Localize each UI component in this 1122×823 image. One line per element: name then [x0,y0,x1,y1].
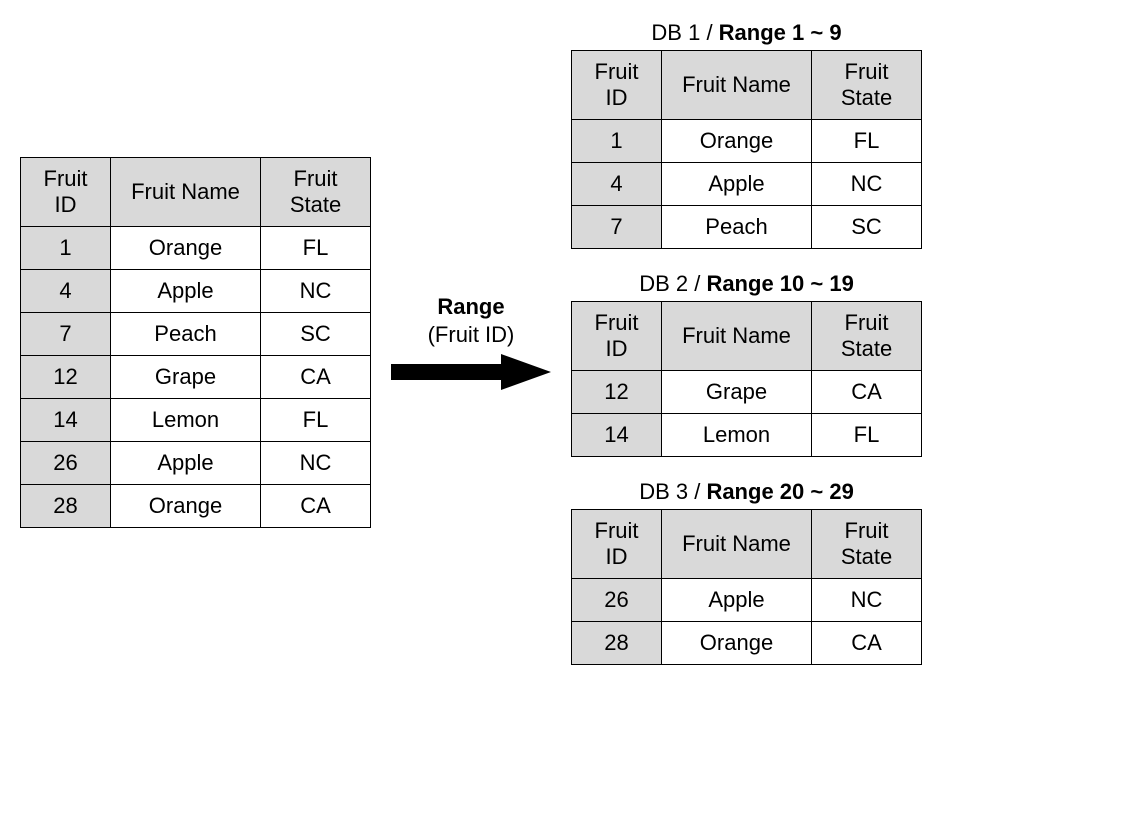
table-row: 12GrapeCA [572,371,922,414]
cell-state: NC [261,270,371,313]
table-row: 7PeachSC [21,313,371,356]
partition-caption-range: Range 20 ~ 29 [706,479,853,504]
arrow-container: Range (Fruit ID) [391,293,551,392]
cell-id: 14 [21,399,111,442]
cell-name: Lemon [111,399,261,442]
arrow-right-icon [391,352,551,392]
col-header-name: Fruit Name [662,510,812,579]
table-row: 1OrangeFL [572,120,922,163]
cell-id: 28 [21,485,111,528]
partition-table: Fruit IDFruit NameFruit State26AppleNC28… [571,509,922,665]
cell-name: Peach [111,313,261,356]
cell-name: Apple [111,270,261,313]
table-row: 28OrangeCA [572,622,922,665]
cell-id: 12 [572,371,662,414]
cell-id: 14 [572,414,662,457]
table-row: 26AppleNC [21,442,371,485]
partition-caption-prefix: DB 3 / [639,479,706,504]
partition-caption-prefix: DB 2 / [639,271,706,296]
partition-block: DB 3 / Range 20 ~ 29 Fruit IDFruit NameFr… [571,479,922,665]
cell-name: Apple [662,163,812,206]
cell-state: CA [261,485,371,528]
source-table-body: 1OrangeFL4AppleNC7PeachSC12GrapeCA14Lemo… [21,227,371,528]
cell-id: 1 [21,227,111,270]
cell-name: Apple [662,579,812,622]
cell-name: Orange [662,120,812,163]
cell-id: 7 [21,313,111,356]
cell-id: 4 [572,163,662,206]
cell-name: Grape [662,371,812,414]
cell-id: 7 [572,206,662,249]
source-table-container: Fruit ID Fruit Name Fruit State 1OrangeF… [20,157,371,528]
cell-state: CA [812,371,922,414]
table-row: 26AppleNC [572,579,922,622]
cell-name: Apple [111,442,261,485]
table-row: 4AppleNC [572,163,922,206]
partition-caption-range: Range 1 ~ 9 [719,20,842,45]
col-header-id: Fruit ID [572,510,662,579]
partition-block: DB 1 / Range 1 ~ 9 Fruit IDFruit NameFrui… [571,20,922,249]
cell-id: 28 [572,622,662,665]
col-header-name: Fruit Name [662,51,812,120]
col-header-state: Fruit State [812,302,922,371]
arrow-label-bold: Range [437,294,504,319]
col-header-id: Fruit ID [572,51,662,120]
cell-state: FL [812,120,922,163]
col-header-name: Fruit Name [111,158,261,227]
cell-id: 1 [572,120,662,163]
cell-state: FL [261,399,371,442]
cell-name: Lemon [662,414,812,457]
partition-table-body: 12GrapeCA14LemonFL [572,371,922,457]
cell-state: CA [261,356,371,399]
partition-caption-prefix: DB 1 / [651,20,718,45]
table-row: 12GrapeCA [21,356,371,399]
cell-state: NC [261,442,371,485]
partitions-container: DB 1 / Range 1 ~ 9Fruit IDFruit NameFrui… [571,20,922,665]
table-row: 14LemonFL [21,399,371,442]
col-header-state: Fruit State [812,51,922,120]
col-header-state: Fruit State [261,158,371,227]
col-header-id: Fruit ID [572,302,662,371]
table-row: 4AppleNC [21,270,371,313]
cell-name: Grape [111,356,261,399]
arrow-label: Range (Fruit ID) [428,293,515,348]
cell-state: SC [261,313,371,356]
arrow-label-sub: (Fruit ID) [428,322,515,347]
partition-table: Fruit IDFruit NameFruit State12GrapeCA14… [571,301,922,457]
cell-state: NC [812,163,922,206]
col-header-id: Fruit ID [21,158,111,227]
col-header-name: Fruit Name [662,302,812,371]
cell-state: FL [812,414,922,457]
table-row: 1OrangeFL [21,227,371,270]
table-row: 28OrangeCA [21,485,371,528]
cell-state: NC [812,579,922,622]
cell-name: Orange [111,485,261,528]
col-header-state: Fruit State [812,510,922,579]
partition-caption: DB 3 / Range 20 ~ 29 [571,479,922,505]
table-row: 7PeachSC [572,206,922,249]
partition-caption: DB 2 / Range 10 ~ 19 [571,271,922,297]
partition-caption-range: Range 10 ~ 19 [706,271,853,296]
cell-name: Orange [662,622,812,665]
cell-name: Peach [662,206,812,249]
cell-state: FL [261,227,371,270]
cell-id: 26 [21,442,111,485]
cell-state: SC [812,206,922,249]
partition-table-body: 1OrangeFL4AppleNC7PeachSC [572,120,922,249]
cell-state: CA [812,622,922,665]
partition-block: DB 2 / Range 10 ~ 19 Fruit IDFruit NameFr… [571,271,922,457]
cell-id: 26 [572,579,662,622]
cell-id: 12 [21,356,111,399]
cell-id: 4 [21,270,111,313]
partition-table-body: 26AppleNC28OrangeCA [572,579,922,665]
diagram-layout: Fruit ID Fruit Name Fruit State 1OrangeF… [20,20,1102,665]
partition-caption: DB 1 / Range 1 ~ 9 [571,20,922,46]
table-row: 14LemonFL [572,414,922,457]
partition-table: Fruit IDFruit NameFruit State1OrangeFL4A… [571,50,922,249]
cell-name: Orange [111,227,261,270]
source-table: Fruit ID Fruit Name Fruit State 1OrangeF… [20,157,371,528]
